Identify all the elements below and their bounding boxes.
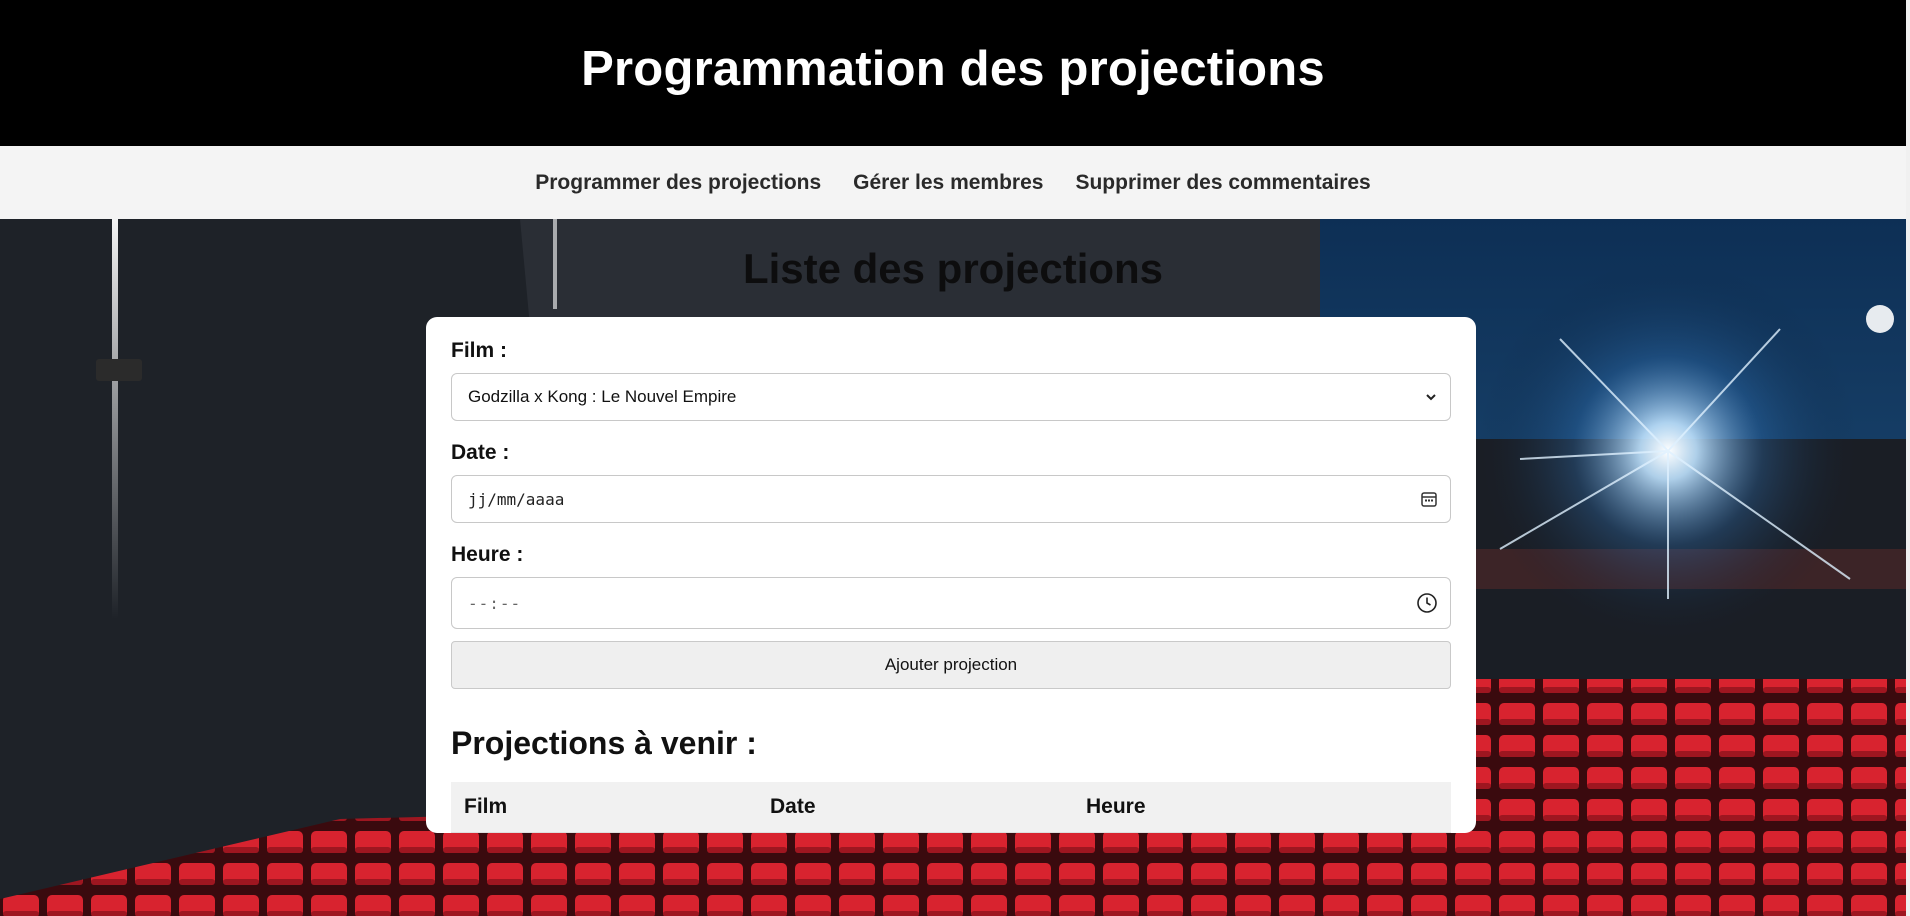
column-header-date: Date	[757, 782, 1073, 833]
main-nav: Programmer des projections Gérer les mem…	[0, 146, 1906, 219]
page-scrollbar[interactable]	[1906, 0, 1910, 916]
projection-form-card: Film : Godzilla x Kong : Le Nouvel Empir…	[426, 317, 1476, 833]
calendar-icon[interactable]	[1420, 490, 1438, 508]
time-label: Heure :	[451, 543, 524, 566]
column-header-heure: Heure	[1073, 782, 1451, 833]
date-input-placeholder: jj/mm/aaaa	[468, 489, 565, 509]
upcoming-projections-heading: Projections à venir :	[451, 725, 757, 761]
page: Programmation des projections Programmer…	[0, 0, 1906, 916]
page-title: Programmation des projections	[581, 42, 1325, 96]
site-header: Programmation des projections	[0, 0, 1906, 146]
upcoming-projections-table: Film Date Heure	[451, 782, 1451, 833]
table-header-row: Film Date Heure	[451, 782, 1451, 833]
film-select[interactable]: Godzilla x Kong : Le Nouvel Empire	[451, 373, 1451, 421]
chevron-down-icon	[1424, 390, 1438, 404]
section-title: Liste des projections	[742, 245, 1164, 292]
nav-item-programmer-projections[interactable]: Programmer des projections	[535, 171, 821, 195]
add-projection-button[interactable]: Ajouter projection	[451, 641, 1451, 689]
column-header-film: Film	[451, 782, 757, 833]
clock-icon[interactable]	[1416, 592, 1438, 614]
nav-item-gerer-membres[interactable]: Gérer les membres	[853, 171, 1043, 195]
time-input-placeholder: --:--	[468, 593, 522, 613]
date-label: Date :	[451, 441, 510, 464]
time-input[interactable]: --:--	[451, 577, 1451, 629]
date-input[interactable]: jj/mm/aaaa	[451, 475, 1451, 523]
film-select-value: Godzilla x Kong : Le Nouvel Empire	[468, 387, 737, 406]
nav-item-supprimer-commentaires[interactable]: Supprimer des commentaires	[1075, 171, 1370, 195]
film-label: Film :	[451, 339, 507, 362]
